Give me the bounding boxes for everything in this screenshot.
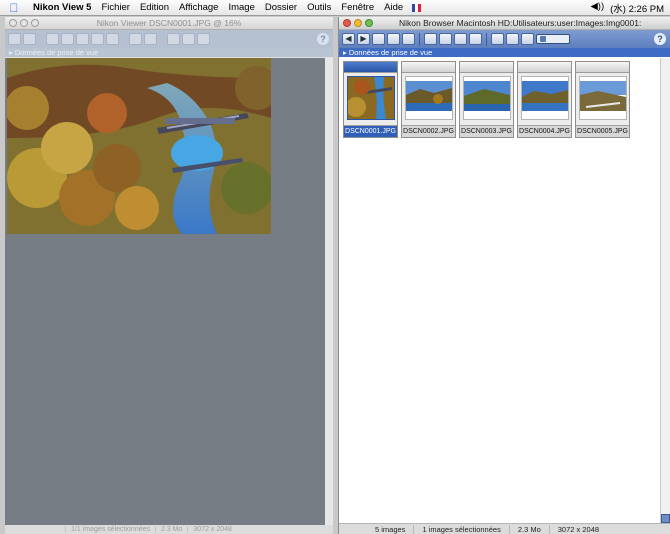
thumbnail-label: DSCN0002.JPG (402, 125, 455, 137)
viewer-help-icon[interactable]: ? (317, 33, 329, 45)
menu-outils[interactable]: Outils (302, 2, 336, 13)
menu-fenetre[interactable]: Fenêtre (336, 2, 379, 13)
viewer-rotate-right-icon[interactable] (76, 33, 89, 45)
browser-open-icon[interactable] (424, 33, 437, 45)
thumbnail-image (347, 76, 395, 120)
browser-title: Nikon Browser Macintosh HD:Utilisateurs:… (399, 18, 642, 28)
browser-web-icon[interactable] (521, 33, 534, 45)
browser-folder-menu-icon[interactable] (402, 33, 415, 45)
input-flag-icon[interactable] (412, 3, 422, 12)
menu-bar:  Nikon View 5 Fichier Edition Affichage… (0, 0, 670, 16)
browser-forward-icon[interactable]: ▶ (357, 33, 370, 45)
browser-status-count: 5 images (375, 524, 406, 534)
browser-back-icon[interactable]: ◀ (342, 33, 355, 45)
thumbnail-item[interactable]: DSCN0004.JPG (517, 61, 572, 138)
thumbnail-image (579, 76, 627, 120)
browser-mail-icon[interactable] (506, 33, 519, 45)
viewer-tool-icon[interactable] (46, 33, 59, 45)
thumbnail-image (463, 76, 511, 120)
browser-status-dimensions: 3072 x 2048 (548, 524, 607, 534)
menu-image[interactable]: Image (223, 2, 259, 13)
photo-bridge-autumn (7, 58, 271, 234)
viewer-scrollbar[interactable] (325, 58, 333, 526)
browser-status-selected: 1 images sélectionnées (413, 524, 508, 534)
viewer-status-selected: 1/1 images sélectionnées (65, 526, 155, 533)
thumbnail-label: DSCN0003.JPG (460, 125, 513, 137)
browser-window: Nikon Browser Macintosh HD:Utilisateurs:… (338, 17, 670, 534)
viewer-toolbar: ? (5, 30, 333, 48)
browser-zoom-button[interactable] (365, 19, 373, 27)
browser-folder-up-icon[interactable] (372, 33, 385, 45)
browser-status-bar: 5 images 1 images sélectionnées 2.3 Mo 3… (339, 523, 670, 534)
viewer-actual-size-icon[interactable] (182, 33, 195, 45)
thumbnail-image (405, 76, 453, 120)
thumbnail-item[interactable]: DSCN0001.JPG (343, 61, 398, 138)
thumbnail-item[interactable]: DSCN0002.JPG (401, 61, 456, 138)
viewer-shooting-data-toggle[interactable]: ▸ Données de prise de vue (5, 48, 333, 57)
menu-dossier[interactable]: Dossier (260, 2, 302, 13)
thumbnail-image (521, 76, 569, 120)
menu-aide[interactable]: Aide (379, 2, 408, 13)
browser-edit-icon[interactable] (439, 33, 452, 45)
apple-menu-icon[interactable]:  (0, 1, 28, 15)
browser-close-button[interactable] (343, 19, 351, 27)
browser-help-icon[interactable]: ? (654, 33, 666, 45)
viewer-status-bar: 1/1 images sélectionnées 2.3 Mo 3072 x 2… (5, 525, 333, 534)
viewer-window: Nikon Viewer DSCN0001.JPG @ 16% ? ▸ Donn… (5, 17, 333, 534)
menu-affichage[interactable]: Affichage (174, 2, 223, 13)
thumbnail-label: DSCN0005.JPG (576, 125, 629, 137)
volume-icon[interactable]: ◀)) (591, 1, 605, 15)
browser-rotate-icon[interactable] (469, 33, 482, 45)
thumbnail-item[interactable]: DSCN0003.JPG (459, 61, 514, 138)
viewer-title: Nikon Viewer DSCN0001.JPG @ 16% (96, 18, 242, 28)
viewer-zoom-in-icon[interactable] (144, 33, 157, 45)
viewer-status-size: 2.3 Mo (155, 526, 187, 533)
viewer-rotate-left-icon[interactable] (61, 33, 74, 45)
viewer-edit-icon[interactable] (106, 33, 119, 45)
thumbnail-label: DSCN0001.JPG (344, 125, 397, 137)
viewer-info-icon[interactable] (197, 33, 210, 45)
browser-toolbar: ◀ ▶ ? (339, 30, 670, 48)
viewer-photo (7, 58, 271, 234)
browser-scrollbar[interactable] (660, 58, 670, 523)
viewer-titlebar[interactable]: Nikon Viewer DSCN0001.JPG @ 16% (5, 17, 333, 30)
menu-edition[interactable]: Edition (135, 2, 174, 13)
viewer-forward-icon[interactable] (23, 33, 36, 45)
viewer-fit-icon[interactable] (167, 33, 180, 45)
thumbnail-item[interactable]: DSCN0005.JPG (575, 61, 630, 138)
menu-fichier[interactable]: Fichier (96, 2, 135, 13)
browser-new-folder-icon[interactable] (387, 33, 400, 45)
thumbnail-label: DSCN0004.JPG (518, 125, 571, 137)
thumbnail-size-slider[interactable] (536, 34, 570, 44)
menu-app-name[interactable]: Nikon View 5 (28, 2, 96, 13)
viewer-back-icon[interactable] (8, 33, 21, 45)
menu-clock[interactable]: (水) 2:26 PM (610, 1, 664, 15)
thumbnail-grid: DSCN0001.JPG DSCN0002.JPG DSCN0003.JPG D… (341, 58, 659, 523)
browser-resize-handle[interactable] (661, 514, 670, 523)
browser-copy-icon[interactable] (491, 33, 504, 45)
viewer-status-dimensions: 3072 x 2048 (187, 526, 237, 533)
viewer-canvas (5, 58, 325, 526)
viewer-flip-icon[interactable] (91, 33, 104, 45)
browser-titlebar[interactable]: Nikon Browser Macintosh HD:Utilisateurs:… (339, 17, 670, 30)
viewer-zoom-out-icon[interactable] (129, 33, 142, 45)
browser-shooting-data-toggle[interactable]: ▸ Données de prise de vue (339, 48, 670, 57)
browser-print-icon[interactable] (454, 33, 467, 45)
browser-minimize-button[interactable] (354, 19, 362, 27)
browser-status-size: 2.3 Mo (508, 524, 549, 534)
